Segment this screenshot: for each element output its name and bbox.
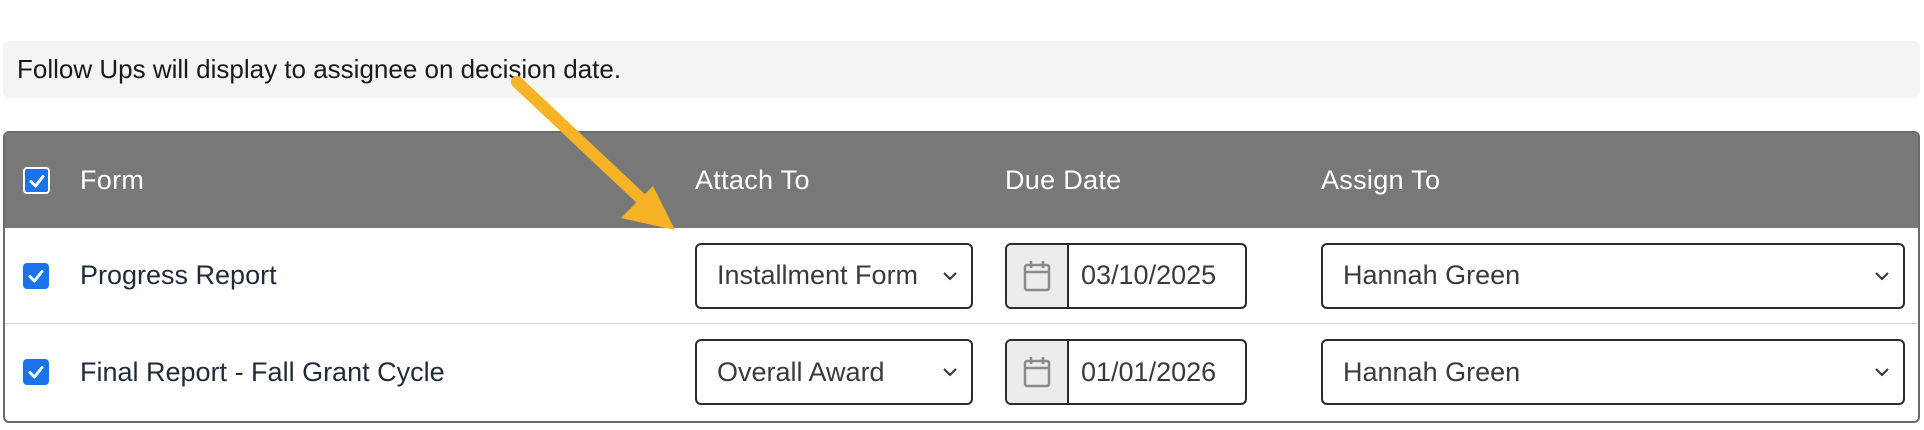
- table-header: Form Attach To Due Date Assign To: [5, 133, 1918, 228]
- due-date-value: 01/01/2026: [1081, 356, 1217, 387]
- due-date-value: 03/10/2025: [1081, 260, 1217, 290]
- header-assign-to: Assign To: [1321, 165, 1441, 195]
- due-date-input[interactable]: 01/01/2026: [1069, 341, 1245, 403]
- assign-to-value: Hannah Green: [1343, 260, 1521, 290]
- check-icon: [29, 174, 44, 187]
- assign-to-select[interactable]: Hannah Green: [1321, 339, 1905, 405]
- assign-to-value: Hannah Green: [1343, 356, 1521, 387]
- assign-to-select[interactable]: Hannah Green: [1321, 242, 1905, 309]
- chevron-down-icon: [943, 368, 957, 377]
- chevron-down-icon: [1875, 271, 1889, 280]
- due-date-field: 01/01/2026: [1005, 339, 1247, 405]
- check-icon: [28, 366, 44, 379]
- chevron-down-icon: [1875, 368, 1889, 377]
- date-picker-button[interactable]: [1007, 244, 1069, 307]
- form-name: Final Report - Fall Grant Cycle: [80, 356, 445, 387]
- attach-to-select[interactable]: Installment Form: [695, 242, 973, 309]
- due-date-input[interactable]: 03/10/2025: [1069, 245, 1245, 307]
- table-row: Progress Report Installment Form 03/10/2…: [5, 228, 1918, 324]
- check-icon: [28, 269, 44, 282]
- info-notice: Follow Ups will display to assignee on d…: [3, 41, 1920, 98]
- row-checkbox[interactable]: [23, 262, 49, 289]
- info-notice-text: Follow Ups will display to assignee on d…: [17, 54, 622, 84]
- table-row: Final Report - Fall Grant Cycle Overall …: [5, 324, 1918, 420]
- date-picker-button[interactable]: [1007, 341, 1069, 403]
- calendar-icon: [1023, 357, 1051, 388]
- attach-to-select[interactable]: Overall Award: [695, 339, 973, 405]
- header-due-date: Due Date: [1005, 165, 1122, 195]
- chevron-down-icon: [943, 271, 957, 280]
- header-form: Form: [80, 165, 145, 195]
- calendar-icon: [1023, 260, 1051, 291]
- select-all-checkbox[interactable]: [23, 167, 50, 194]
- attach-to-value: Installment Form: [717, 260, 919, 290]
- row-checkbox[interactable]: [23, 359, 49, 385]
- attach-to-value: Overall Award: [717, 356, 885, 387]
- follow-ups-table: Form Attach To Due Date Assign To Progre…: [3, 131, 1920, 423]
- form-name: Progress Report: [80, 260, 277, 290]
- due-date-field: 03/10/2025: [1005, 242, 1247, 309]
- header-attach-to: Attach To: [695, 165, 810, 195]
